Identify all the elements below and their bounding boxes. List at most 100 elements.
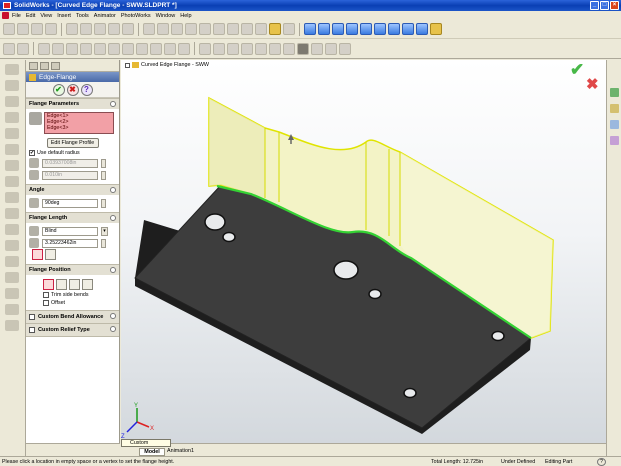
view-orientation-dropdown[interactable] [283,23,295,35]
flange-length-header[interactable]: Flange Length [26,213,119,223]
angle-field[interactable]: 90deg [42,198,98,208]
menu-file[interactable]: File [12,13,21,19]
zoom-to-fit-icon[interactable] [199,42,211,55]
undo-icon[interactable] [108,23,120,35]
extruded-boss-icon[interactable] [5,64,19,75]
base-flange-icon[interactable] [38,42,50,55]
trim-side-bends-row[interactable]: Trim side bends [43,292,116,298]
chevron-down-icon[interactable]: ▾ [101,226,108,236]
closed-corner-icon[interactable] [122,42,134,55]
reverse-direction-icon[interactable] [29,226,39,236]
length-spinner[interactable] [101,238,106,248]
unfold-icon[interactable] [136,42,148,55]
close-button[interactable]: × [610,1,619,10]
tab-animation1[interactable]: Animation1 [167,448,197,456]
edge-item[interactable]: Edge<3> [47,125,113,131]
property-manager-tab[interactable] [40,62,49,70]
shadows-icon[interactable] [311,42,323,55]
sketch-tool-icon[interactable] [3,42,15,55]
gap-distance-field[interactable]: 0.010in [42,170,98,180]
menu-photoworks[interactable]: PhotoWorks [121,13,151,19]
sketch-icon[interactable] [185,23,197,35]
miter-flange-icon[interactable] [66,42,78,55]
back-view-icon[interactable] [318,23,330,35]
use-default-radius-checkbox[interactable]: ✔ [29,150,35,156]
expand-tree-icon[interactable] [125,62,130,68]
gap-distance-spinner[interactable] [101,170,106,180]
flyout-tree-label[interactable]: Curved Edge Flange - SWW [125,62,209,68]
swept-boss-icon[interactable] [5,96,19,107]
flange-parameters-header[interactable]: Flange Parameters [26,99,119,109]
new-file-icon[interactable] [3,23,15,35]
fillet-icon[interactable] [5,160,19,171]
isometric-view-icon[interactable] [388,23,400,35]
trim-side-bends-checkbox[interactable] [43,292,49,298]
print-icon[interactable] [45,23,57,35]
pan-view-icon[interactable] [255,42,267,55]
fold-icon[interactable] [150,42,162,55]
left-view-icon[interactable] [332,23,344,35]
trimetric-view-icon[interactable] [402,23,414,35]
graphics-area[interactable]: Y X Z [121,60,606,443]
linear-pattern-icon[interactable] [5,256,19,267]
inner-virtual-sharp-button[interactable] [45,249,56,260]
help-icon[interactable] [269,23,281,35]
custom-bend-allowance-checkbox[interactable] [29,314,35,320]
open-file-icon[interactable] [17,23,29,35]
hidden-lines-icon[interactable] [283,42,295,55]
end-condition-select[interactable]: Blind [42,226,98,236]
ok-button[interactable]: ✔ [52,83,65,96]
status-help-icon[interactable]: ? [597,457,606,466]
select-icon[interactable] [143,23,155,35]
angle-spinner[interactable] [101,198,106,208]
cut-icon[interactable] [66,23,78,35]
reference-plane-icon[interactable] [5,304,19,315]
convert-to-sheet-metal-icon[interactable] [52,42,64,55]
collapse-icon[interactable] [110,267,116,273]
bend-radius-field[interactable]: 0.03937008in [42,158,98,168]
menu-insert[interactable]: Insert [57,13,71,19]
design-library-icon[interactable] [610,104,619,113]
redo-icon[interactable] [122,23,134,35]
bend-from-virtual-sharp-button[interactable] [82,279,93,290]
menu-edit[interactable]: Edit [26,13,35,19]
perspective-icon[interactable] [339,42,351,55]
lofted-boss-icon[interactable] [5,112,19,123]
configuration-manager-tab[interactable] [51,62,60,70]
rotate-icon[interactable] [241,23,253,35]
sketched-bend-icon[interactable] [108,42,120,55]
reference-axis-icon[interactable] [5,320,19,331]
search-icon[interactable] [610,136,619,145]
revolved-cut-icon[interactable] [5,144,19,155]
menu-view[interactable]: View [40,13,52,19]
zoom-in-out-icon[interactable] [227,42,239,55]
shaded-icon[interactable] [297,42,309,55]
file-explorer-icon[interactable] [610,120,619,129]
section-view-icon[interactable] [325,42,337,55]
custom-bend-allowance-header[interactable]: Custom Bend Allowance [26,311,119,323]
pan-icon[interactable] [255,23,267,35]
copy-icon[interactable] [80,23,92,35]
bend-radius-spinner[interactable] [101,158,106,168]
expand-icon[interactable] [110,326,116,332]
hem-icon[interactable] [80,42,92,55]
length-field[interactable]: 3.25223462in [42,238,98,248]
smart-dimension-icon[interactable] [199,23,211,35]
shell-icon[interactable] [5,208,19,219]
draft-icon[interactable] [5,224,19,235]
rebuild-icon[interactable] [157,23,169,35]
menu-animator[interactable]: Animator [94,13,116,19]
top-view-icon[interactable] [360,23,372,35]
zoom-area-icon[interactable] [213,42,225,55]
options-icon[interactable] [171,23,183,35]
right-view-icon[interactable] [346,23,358,35]
flatten-icon[interactable] [164,42,176,55]
menu-tools[interactable]: Tools [76,13,89,19]
wireframe-icon[interactable] [269,42,281,55]
mirror-icon[interactable] [5,288,19,299]
maximize-button[interactable]: □ [600,1,609,10]
collapse-icon[interactable] [110,215,116,221]
material-outside-button[interactable] [56,279,67,290]
flange-position-header[interactable]: Flange Position [26,265,119,275]
dimetric-view-icon[interactable] [416,23,428,35]
